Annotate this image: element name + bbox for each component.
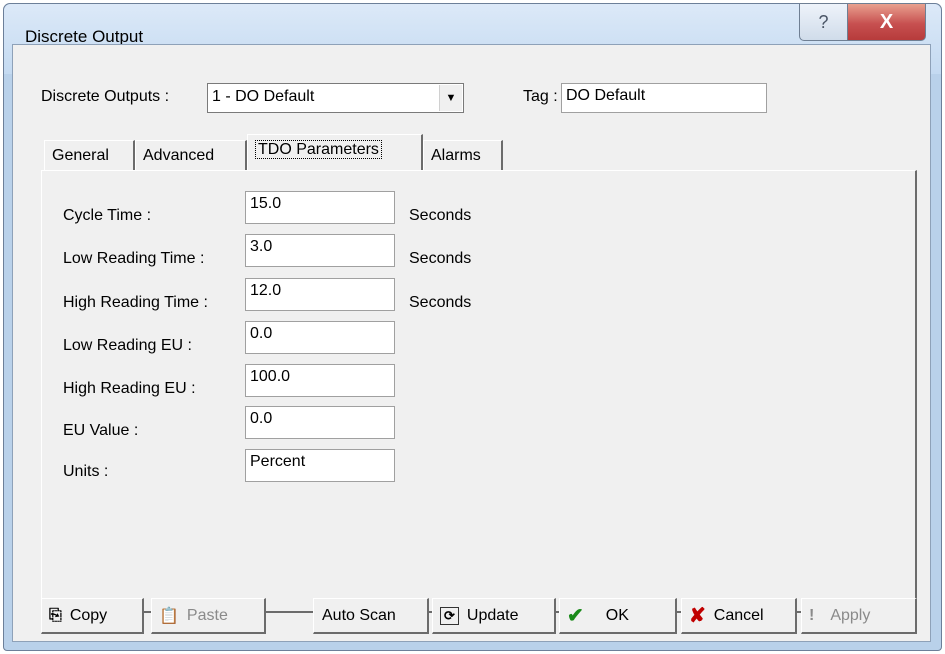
low-reading-time-unit: Seconds (409, 250, 472, 267)
close-button[interactable]: X (847, 3, 926, 41)
cancel-button[interactable]: ✘ Cancel (681, 598, 797, 634)
cycle-time-input[interactable]: 15.0 (245, 191, 395, 224)
tag-label: Tag : (523, 88, 558, 105)
high-reading-time-unit: Seconds (409, 294, 472, 311)
paste-icon: 📋 (159, 607, 179, 625)
tab-advanced-label: Advanced (143, 147, 215, 164)
low-reading-time-label: Low Reading Time : (63, 250, 205, 267)
auto-scan-button[interactable]: Auto Scan (313, 598, 429, 634)
apply-button[interactable]: ! Apply (801, 598, 917, 634)
update-button-label: Update (466, 606, 519, 624)
tab-general-label: General (52, 147, 109, 164)
help-button[interactable]: ? (799, 3, 848, 41)
copy-button-label: Copy (69, 606, 108, 624)
low-reading-eu-input[interactable]: 0.0 (245, 321, 395, 354)
units-label: Units : (63, 463, 109, 480)
discrete-output-dialog: Discrete Output ? X Discrete Outputs : 1… (3, 3, 942, 651)
copy-icon: ⎘ (49, 606, 62, 624)
tab-advanced[interactable]: Advanced (135, 140, 247, 170)
eu-value-label: EU Value : (63, 422, 139, 439)
cancel-button-label: Cancel (713, 606, 764, 624)
paste-button[interactable]: 📋 Paste (151, 598, 266, 634)
tab-alarms-label: Alarms (431, 147, 481, 164)
paste-button-label: Paste (186, 606, 228, 624)
high-reading-eu-label: High Reading EU : (63, 380, 196, 397)
tab-general[interactable]: General (44, 140, 135, 170)
copy-button[interactable]: ⎘ Copy (41, 598, 144, 634)
refresh-icon: ⟳ (440, 606, 459, 625)
units-input[interactable]: Percent (245, 449, 395, 482)
tab-alarms[interactable]: Alarms (423, 140, 503, 170)
tab-tdo-parameters-label: TDO Parameters (255, 140, 382, 159)
cycle-time-label: Cycle Time : (63, 207, 152, 224)
eu-value-input[interactable]: 0.0 (245, 406, 395, 439)
apply-button-label: Apply (830, 606, 871, 624)
x-icon: ✘ (689, 605, 706, 627)
ok-button-label: OK (605, 606, 629, 624)
high-reading-time-input[interactable]: 12.0 (245, 278, 395, 311)
low-reading-eu-label: Low Reading EU : (63, 337, 192, 354)
exclamation-icon: ! (809, 606, 815, 624)
update-button[interactable]: ⟳ Update (432, 598, 556, 634)
low-reading-time-input[interactable]: 3.0 (245, 234, 395, 267)
discrete-outputs-value: 1 - DO Default (212, 88, 315, 105)
cycle-time-unit: Seconds (409, 207, 472, 224)
discrete-outputs-label: Discrete Outputs : (41, 88, 170, 105)
tab-tdo-parameters[interactable]: TDO Parameters (247, 134, 423, 171)
dropdown-arrow-icon[interactable]: ▼ (439, 85, 462, 111)
ok-button[interactable]: ✔ OK (559, 598, 677, 634)
checkmark-icon: ✔ (567, 605, 584, 627)
high-reading-eu-input[interactable]: 100.0 (245, 364, 395, 397)
discrete-outputs-dropdown[interactable]: 1 - DO Default ▼ (207, 83, 464, 113)
dialog-body: Discrete Outputs : 1 - DO Default ▼ Tag … (12, 44, 931, 642)
high-reading-time-label: High Reading Time : (63, 294, 208, 311)
tag-input[interactable]: DO Default (561, 83, 767, 113)
auto-scan-button-label: Auto Scan (322, 606, 396, 624)
